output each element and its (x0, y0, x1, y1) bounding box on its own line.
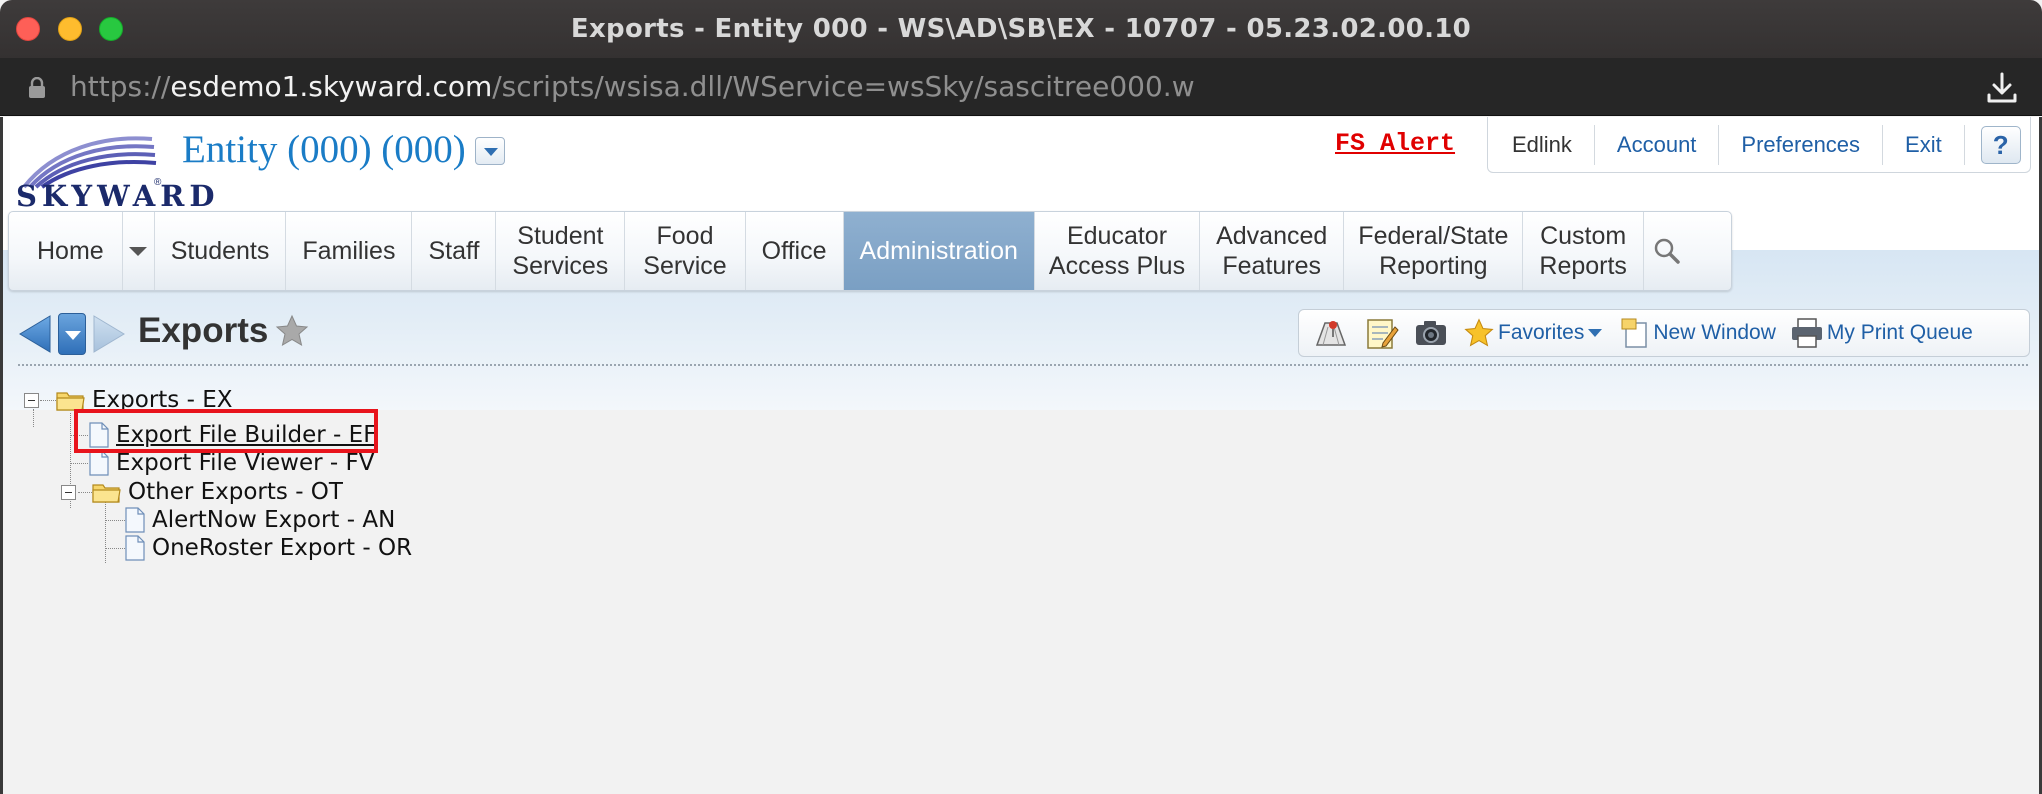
document-icon (125, 507, 145, 533)
new-window-link[interactable]: New Window (1620, 317, 1776, 349)
collapse-toggle-other-exports[interactable] (61, 485, 76, 500)
tree-connector (78, 492, 92, 493)
nav-student-services[interactable]: Student Services (496, 212, 626, 290)
lock-icon (29, 77, 45, 98)
star-icon[interactable] (274, 313, 310, 349)
page-toolbar: Favorites New Window My Print Queue (1298, 309, 2030, 357)
tree-connector (105, 548, 125, 549)
document-icon (89, 450, 109, 476)
header-separator (18, 364, 2028, 366)
nav-office[interactable]: Office (746, 212, 844, 290)
url-text[interactable]: https://esdemo1.skyward.com/scripts/wsis… (70, 58, 1195, 116)
nav-custom-reports[interactable]: Custom Reports (1523, 212, 1644, 290)
tree-label: Export File Builder - EF (116, 422, 377, 448)
camera-icon[interactable] (1413, 315, 1449, 351)
address-bar[interactable]: https://esdemo1.skyward.com/scripts/wsis… (0, 58, 2042, 116)
new-window-label: New Window (1653, 321, 1776, 344)
print-queue-link[interactable]: My Print Queue (1790, 317, 1973, 349)
page: SKYWARD ® Entity (000) (000) FS Alert Ed… (0, 117, 2042, 794)
entity-dropdown-button[interactable] (475, 137, 505, 165)
favorites-label: Favorites (1498, 321, 1585, 344)
nav-administration[interactable]: Administration (843, 212, 1035, 290)
preferences-link[interactable]: Preferences (1719, 124, 1884, 165)
nav-home[interactable]: Home (9, 212, 123, 290)
collapse-toggle-exports[interactable] (24, 393, 39, 408)
tree-label: Exports - EX (92, 387, 233, 413)
window-title: Exports - Entity 000 - WS\AD\SB\EX - 107… (570, 14, 1472, 44)
tree-label: OneRoster Export - OR (152, 535, 413, 561)
exports-tree: Exports - EX Export File Builder - EF Ex… (0, 373, 900, 673)
nav-educator-access-plus[interactable]: Educator Access Plus (1035, 212, 1201, 290)
utility-bar: Edlink Account Preferences Exit ? (1487, 117, 2031, 173)
map-pin-icon[interactable] (1313, 315, 1349, 351)
nav-food-service[interactable]: Food Service (625, 212, 746, 290)
new-window-icon (1621, 318, 1648, 348)
folder-icon (56, 392, 85, 411)
help-button[interactable]: ? (1980, 125, 2021, 164)
tree-connector (70, 435, 88, 436)
page-title: Exports (138, 311, 269, 350)
chevron-down-icon (129, 246, 148, 256)
print-queue-label: My Print Queue (1826, 321, 1973, 344)
back-arrow-icon[interactable] (16, 312, 54, 356)
account-link[interactable]: Account (1595, 124, 1720, 165)
document-icon (125, 535, 145, 561)
registered-mark: ® (154, 177, 162, 188)
tree-connector (70, 463, 88, 464)
nav-staff[interactable]: Staff (412, 212, 497, 290)
tree-item-oneroster-export[interactable]: OneRoster Export - OR (124, 531, 412, 565)
main-nav: Home Students Families Staff Student Ser… (8, 211, 1732, 291)
tree-label: Other Exports - OT (128, 479, 343, 505)
window-titlebar: Exports - Entity 000 - WS\AD\SB\EX - 107… (0, 0, 2042, 58)
nav-advanced-features[interactable]: Advanced Features (1200, 212, 1345, 290)
nav-search-button[interactable] (1644, 212, 1690, 290)
nav-federal-state-reporting[interactable]: Federal/State Reporting (1344, 212, 1524, 290)
entity-title: Entity (000) (000) (182, 128, 466, 171)
tree-connector (40, 400, 56, 401)
nav-students[interactable]: Students (155, 212, 287, 290)
tree-connector (105, 520, 125, 521)
url-scheme: https:// (70, 70, 171, 103)
edlink-link[interactable]: Edlink (1494, 124, 1595, 165)
star-icon (1464, 318, 1494, 347)
search-icon (1654, 238, 1680, 264)
window-edge (0, 117, 3, 794)
logo-text: SKYWARD (16, 179, 220, 213)
exit-link[interactable]: Exit (1883, 124, 1965, 165)
nav-families[interactable]: Families (286, 212, 413, 290)
nav-home-dropdown[interactable] (123, 212, 155, 290)
download-icon[interactable] (1984, 70, 2020, 106)
printer-icon (1791, 318, 1822, 348)
folder-icon (92, 484, 121, 503)
forward-arrow-icon[interactable] (90, 312, 128, 356)
fs-alert-link[interactable]: FS Alert (1335, 129, 1455, 158)
chevron-down-icon (1588, 329, 1603, 337)
tree-label: Export File Viewer - FV (116, 450, 375, 476)
tree-folder-exports[interactable]: Exports - EX (56, 383, 232, 417)
history-dropdown-button[interactable] (58, 313, 86, 355)
favorites-menu[interactable]: Favorites (1463, 317, 1606, 349)
tree-connector (33, 409, 34, 427)
document-icon (89, 422, 109, 448)
url-host: esdemo1.skyward.com (170, 70, 493, 103)
notepad-icon[interactable] (1363, 315, 1399, 351)
url-path: /scripts/wsisa.dll/WService=wsSky/sascit… (492, 70, 1195, 103)
tree-label: AlertNow Export - AN (152, 507, 396, 533)
